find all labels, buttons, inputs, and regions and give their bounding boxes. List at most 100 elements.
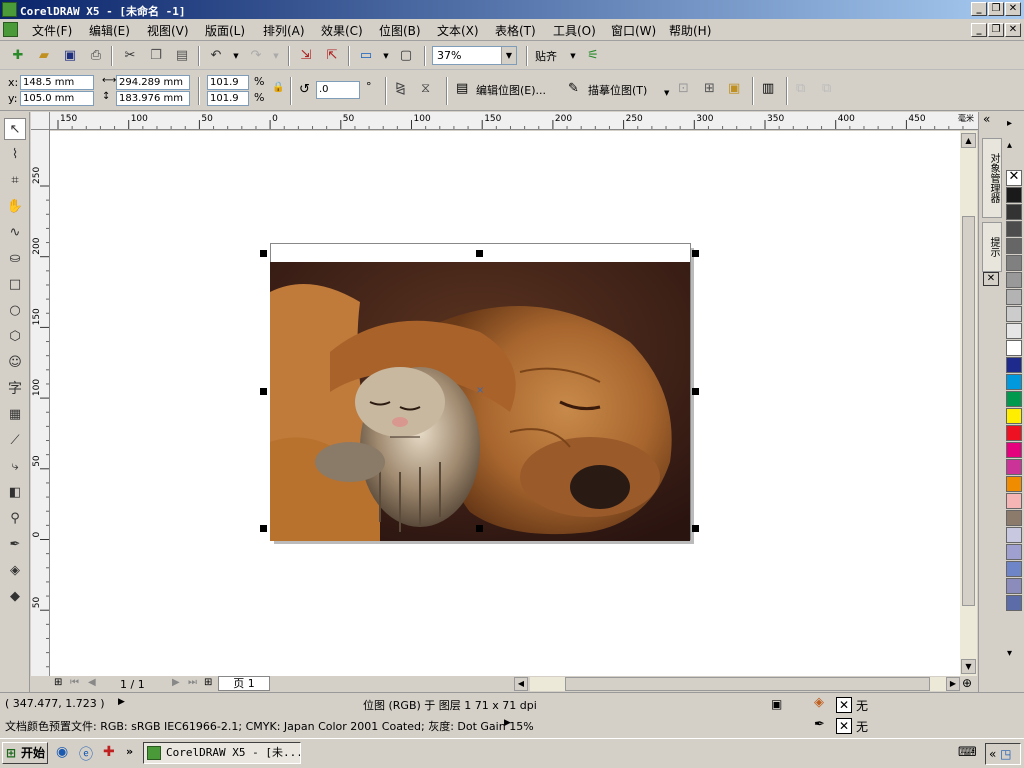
selection-handle-mr[interactable]: [692, 388, 699, 395]
coords-expand-icon[interactable]: ▶: [118, 697, 125, 707]
color-swatch[interactable]: [1006, 187, 1022, 203]
blend-tool-icon[interactable]: ◧: [4, 482, 26, 504]
zoom-level-select[interactable]: 37% ▼: [432, 46, 517, 65]
pan-tool-icon[interactable]: ✋: [4, 196, 26, 218]
color-swatch[interactable]: [1006, 595, 1022, 611]
ellipse-tool-icon[interactable]: ○: [4, 300, 26, 322]
taskbar-coreldraw-button[interactable]: CorelDRAW X5 - [未...: [143, 742, 301, 764]
mirror-vertical-icon[interactable]: ⧖: [421, 81, 430, 96]
snap-dropdown-icon[interactable]: ▼: [563, 46, 583, 66]
menu-text[interactable]: 文本(X): [437, 22, 479, 39]
import-icon[interactable]: ⇲: [296, 46, 316, 66]
start-button[interactable]: ⊞ 开始: [2, 742, 48, 764]
undo-icon[interactable]: ↶: [206, 46, 226, 66]
docker-tab-object-manager[interactable]: 对象管理器: [982, 138, 1002, 218]
color-swatch[interactable]: [1006, 306, 1022, 322]
mirror-horizontal-icon[interactable]: ⧎: [395, 81, 406, 96]
first-page-icon[interactable]: ⏮: [70, 677, 79, 688]
welcome-screen-icon[interactable]: ▢: [396, 46, 416, 66]
doc-restore-button[interactable]: ❐: [988, 23, 1004, 37]
selection-handle-tm[interactable]: [476, 250, 483, 257]
dimension-tool-icon[interactable]: ⟋: [4, 430, 26, 452]
chrome-quicklaunch-icon[interactable]: ◉: [56, 744, 68, 760]
color-swatch[interactable]: [1006, 204, 1022, 220]
horizontal-scroll-thumb[interactable]: [565, 677, 930, 691]
next-page-icon[interactable]: ▶: [172, 677, 180, 688]
menu-file[interactable]: 文件(F): [32, 22, 72, 39]
connector-tool-icon[interactable]: ⤷: [4, 456, 26, 478]
copy-icon[interactable]: ❐: [146, 46, 166, 66]
fill-tool-icon[interactable]: ◈: [4, 560, 26, 582]
docker-tab-hints[interactable]: 提示: [982, 222, 1002, 272]
edit-bitmap-button[interactable]: 编辑位图(E)...: [476, 82, 546, 98]
interactive-fill-tool-icon[interactable]: ◆: [4, 586, 26, 608]
eyedropper-tool-icon[interactable]: ⚲: [4, 508, 26, 530]
menu-window[interactable]: 窗口(W): [611, 22, 656, 39]
paste-icon[interactable]: ▤: [172, 46, 192, 66]
color-swatch[interactable]: [1006, 476, 1022, 492]
color-swatch[interactable]: [1006, 391, 1022, 407]
application-launcher-icon[interactable]: ▭: [356, 46, 376, 66]
color-swatch[interactable]: [1006, 578, 1022, 594]
trace-bitmap-button[interactable]: 描摹位图(T): [588, 82, 647, 98]
menu-help[interactable]: 帮助(H): [669, 22, 711, 39]
page-tab-1[interactable]: 页 1: [218, 676, 270, 691]
color-swatch[interactable]: [1006, 374, 1022, 390]
doc-close-button[interactable]: ✕: [1005, 23, 1021, 37]
color-swatch[interactable]: [1006, 340, 1022, 356]
keyboard-tray-icon[interactable]: ⌨: [958, 745, 977, 760]
color-swatch[interactable]: [1006, 221, 1022, 237]
color-profile-expand-icon[interactable]: ▶: [504, 718, 511, 728]
ie-quicklaunch-icon[interactable]: ⓔ: [79, 744, 93, 764]
previous-page-icon[interactable]: ◀: [88, 677, 96, 688]
wrap-text-icon[interactable]: ▥: [762, 81, 774, 96]
menu-tools[interactable]: 工具(O): [553, 22, 596, 39]
open-folder-icon[interactable]: ▰: [34, 46, 54, 66]
print-icon[interactable]: ⎙: [86, 46, 106, 66]
to-front-icon[interactable]: ⧉: [796, 81, 805, 96]
menu-bitmaps[interactable]: 位图(B): [379, 22, 421, 39]
tray-expand-button[interactable]: « ◳: [985, 743, 1021, 765]
selection-handle-tl[interactable]: [260, 250, 267, 257]
color-swatch[interactable]: [1006, 510, 1022, 526]
horizontal-ruler[interactable]: 150 100 50 0 50 100 150 200 250 300 350 400 450 毫米: [50, 112, 978, 130]
bitmap-color-mask-icon[interactable]: ▣: [728, 81, 740, 96]
menu-arrange[interactable]: 排列(A): [263, 22, 305, 39]
snap-to-button[interactable]: 贴齐: [535, 48, 557, 64]
shape-tool-icon[interactable]: ⌇: [4, 144, 26, 166]
launcher-dropdown-icon[interactable]: ▼: [376, 46, 396, 66]
trace-dropdown-icon[interactable]: ▼: [664, 89, 669, 97]
options-icon[interactable]: ⚟: [583, 46, 603, 66]
color-swatch[interactable]: [1006, 442, 1022, 458]
docker-close-icon[interactable]: ✕: [983, 272, 999, 286]
new-document-icon[interactable]: ✚: [8, 46, 28, 66]
selection-handle-br[interactable]: [692, 525, 699, 532]
selection-handle-ml[interactable]: [260, 388, 267, 395]
pick-tool-icon[interactable]: ↖: [4, 118, 26, 140]
menu-effects[interactable]: 效果(C): [321, 22, 363, 39]
vertical-scroll-thumb[interactable]: [962, 216, 975, 606]
color-swatch[interactable]: [1006, 255, 1022, 271]
color-swatch[interactable]: [1006, 323, 1022, 339]
selection-handle-tr[interactable]: [692, 250, 699, 257]
crop-bitmap-icon[interactable]: ⊡: [678, 81, 689, 96]
ruler-origin[interactable]: [31, 112, 50, 130]
app-quicklaunch-icon[interactable]: ✚: [103, 744, 115, 760]
selection-handle-bm[interactable]: [476, 525, 483, 532]
palette-flyout-icon[interactable]: ▴: [1007, 140, 1012, 151]
snap-indicator-icon[interactable]: ▣: [771, 697, 782, 711]
drawing-canvas[interactable]: ×: [50, 131, 960, 676]
scroll-right-icon[interactable]: ▶: [946, 677, 960, 691]
freehand-tool-icon[interactable]: ∿: [4, 222, 26, 244]
scale-x-input[interactable]: 101.9: [207, 75, 249, 90]
redo-icon[interactable]: ↷: [246, 46, 266, 66]
polygon-tool-icon[interactable]: ⬡: [4, 326, 26, 348]
rotation-input[interactable]: .0: [316, 81, 360, 99]
menu-view[interactable]: 视图(V): [147, 22, 189, 39]
x-position-input[interactable]: 148.5 mm: [20, 75, 94, 90]
vertical-ruler[interactable]: 250 200 150 100 50 0 50: [31, 130, 50, 676]
no-color-swatch[interactable]: ✕: [1006, 170, 1022, 186]
text-tool-icon[interactable]: 字: [4, 378, 26, 400]
color-swatch[interactable]: [1006, 561, 1022, 577]
zoom-navigator-icon[interactable]: ⊕: [962, 676, 972, 690]
